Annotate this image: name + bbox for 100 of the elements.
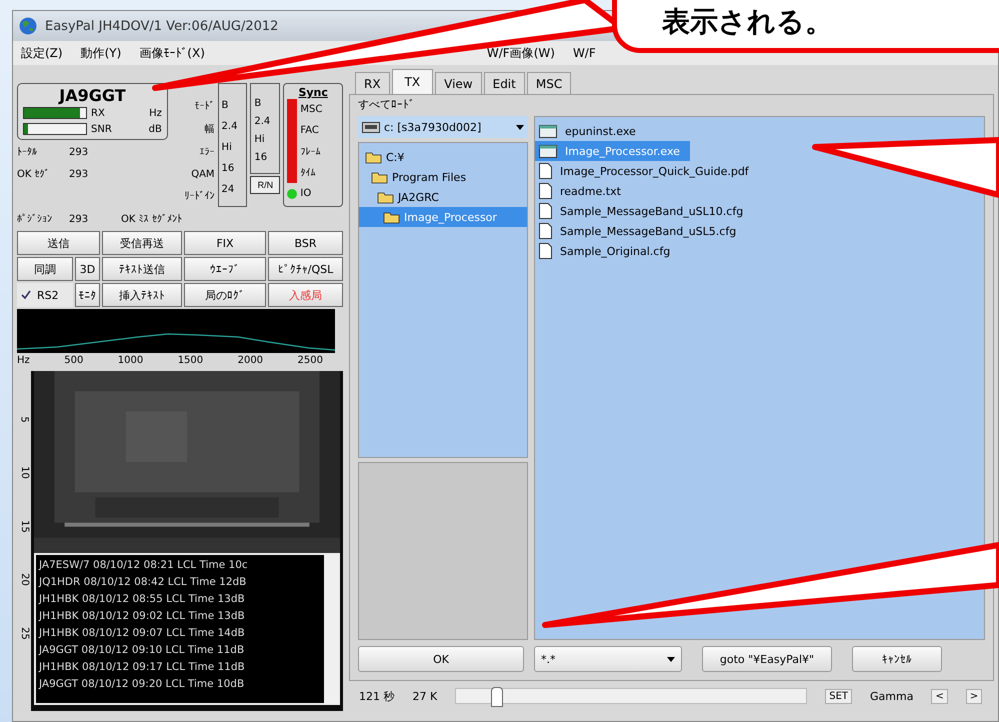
tab[interactable]: TX [392, 69, 434, 94]
folder-icon [365, 150, 383, 164]
axis-label: 1500 [178, 355, 204, 368]
param-value: Hi [254, 134, 266, 147]
ruler-label: 10 [18, 466, 30, 479]
meter-label: RX [91, 108, 106, 118]
log-entry: JA9GGT 08/10/12 09:20 LCL Time 10dB [39, 677, 246, 692]
control-button[interactable]: ﾋﾟｸﾁｬ/QSL [268, 257, 343, 281]
goto-button[interactable]: goto "¥EasyPal¥" [702, 646, 832, 672]
program-icon [539, 124, 557, 138]
stat-label: OK ﾐｽ ｾｸﾞﾒﾝﾄ [121, 213, 182, 225]
stat-label: ﾎﾟｼﾞｼｮﾝ [17, 213, 53, 225]
ruler-label: 20 [18, 573, 30, 586]
control-button[interactable]: ﾃｷｽﾄ送信 [102, 257, 182, 281]
axis-label: 500 [64, 355, 84, 368]
folder-icon [371, 170, 389, 184]
ruler-label: 5 [18, 416, 30, 422]
log-entry: JH1HBK 08/10/12 09:17 LCL Time 11dB [39, 660, 246, 675]
document-icon [539, 243, 552, 259]
file-item[interactable]: Sample_MessageBand_uSL10.cfg [535, 201, 754, 221]
next-button[interactable]: > [966, 688, 982, 704]
menu-item[interactable]: 設定(Z) [21, 44, 63, 62]
sync-label: MSC [300, 104, 322, 115]
group-label: すべてﾛｰﾄﾞ [358, 97, 416, 112]
sync-title: Sync [297, 86, 329, 99]
control-button[interactable]: 3D [75, 257, 100, 281]
meter-label: SNR [91, 124, 113, 134]
axis-label: Hz [17, 355, 30, 368]
axis-label: 1000 [118, 355, 144, 368]
control-button[interactable]: 同調 [17, 257, 73, 281]
sync-label: IO [300, 188, 312, 199]
folder-icon [383, 210, 401, 224]
file-item[interactable]: Image_Processor_Quick_Guide.pdf [535, 161, 759, 181]
document-icon [539, 163, 552, 179]
log-entry: JA7ESW/7 08/10/12 08:21 LCL Time 10c [39, 558, 249, 573]
menu-item[interactable]: 画像ﾓｰﾄﾞ(X) [139, 44, 205, 62]
param-label: QAM [191, 168, 215, 180]
control-button[interactable]: 挿入ﾃｷｽﾄ [102, 283, 182, 307]
axis-label: 2500 [298, 355, 323, 368]
param-value: 2.4 [222, 120, 238, 134]
param-value: 2.4 [254, 116, 272, 129]
param-label: ｴﾗｰ [200, 146, 215, 158]
log-entry: JH1HBK 08/10/12 09:07 LCL Time 14dB [39, 626, 246, 641]
previous-button[interactable]: < [931, 688, 948, 704]
ruler-label: 25 [18, 626, 30, 640]
param-value: B [254, 98, 262, 111]
callsign-label: JA9GGT [57, 86, 127, 105]
folder-item[interactable]: C:¥ [359, 147, 527, 167]
filter-dropdown[interactable]: *.* [534, 646, 682, 672]
folder-item[interactable]: JA2GRC [359, 187, 527, 207]
time-label: 121 秒 [359, 688, 394, 704]
file-item[interactable]: Sample_MessageBand_uSL5.cfg [535, 221, 746, 241]
log-entry: JA9GGT 08/10/12 09:10 LCL Time 11dB [39, 643, 246, 658]
param-value: 24 [222, 184, 236, 196]
tab[interactable]: MSC [526, 72, 572, 94]
tab[interactable]: RX [355, 72, 390, 94]
slider-thumb[interactable] [491, 687, 504, 707]
folder-item[interactable]: Program Files [359, 167, 527, 187]
param-value: 16 [222, 162, 236, 176]
control-button[interactable]: ﾓﾆﾀ [75, 283, 100, 307]
log-entry: JH1HBK 08/10/12 09:02 LCL Time 13dB [39, 609, 246, 624]
tab[interactable]: Edit [484, 72, 525, 94]
caret-icon [516, 124, 524, 130]
cancel-button[interactable]: ｷｬﾝｾﾙ [852, 646, 942, 672]
callout-text: 表示される。 [662, 4, 833, 40]
control-button[interactable]: 受信再送 [102, 231, 182, 255]
param-value: B [222, 100, 230, 112]
file-item[interactable]: Sample_Original.cfg [535, 241, 680, 261]
param-value: Hi [222, 142, 233, 154]
file-item[interactable]: epuninst.exe [535, 121, 646, 141]
control-button[interactable]: 送信 [17, 231, 100, 255]
drive-dropdown[interactable]: c: [s3a7930d002] [358, 116, 528, 138]
rs2-checkbox[interactable]: RS2 [17, 283, 73, 307]
tab[interactable]: View [435, 72, 482, 94]
unit-label: dB [148, 124, 162, 134]
control-button[interactable]: FIX [184, 231, 266, 255]
menu-item[interactable]: W/F画像(W) [486, 44, 555, 62]
file-item[interactable]: readme.txt [535, 181, 631, 201]
document-icon [539, 203, 552, 219]
control-button[interactable]: 局のﾛｸﾞ [184, 283, 266, 307]
caret-icon [667, 656, 675, 662]
drive-icon [362, 122, 380, 132]
menu-item[interactable]: 動作(Y) [80, 44, 122, 62]
log-entry: JH1HBK 08/10/12 08:55 LCL Time 13dB [39, 592, 246, 607]
control-button[interactable]: BSR [268, 231, 343, 255]
stat-label: OK ｾｸﾞ [17, 168, 51, 180]
param-label: ﾘｰﾄﾞｲﾝ [184, 190, 215, 202]
set-button[interactable]: SET [825, 688, 852, 704]
sync-label: FAC [300, 125, 319, 136]
rn-button[interactable]: R/N [250, 176, 280, 194]
ok-button[interactable]: OK [358, 646, 524, 672]
menu-item[interactable]: W/F [572, 46, 596, 60]
control-button[interactable]: ｳｴｰﾌﾞ [184, 257, 266, 281]
sync-label: ﾌﾚｰﾑ [300, 146, 320, 158]
stat-value: 293 [69, 146, 88, 158]
size-label: 27 K [412, 690, 438, 702]
axis-label: 2000 [238, 355, 264, 368]
unit-label: Hz [149, 108, 162, 118]
sync-label: ﾀｲﾑ [300, 166, 316, 178]
param-label: ﾓｰﾄﾞ [194, 100, 215, 112]
